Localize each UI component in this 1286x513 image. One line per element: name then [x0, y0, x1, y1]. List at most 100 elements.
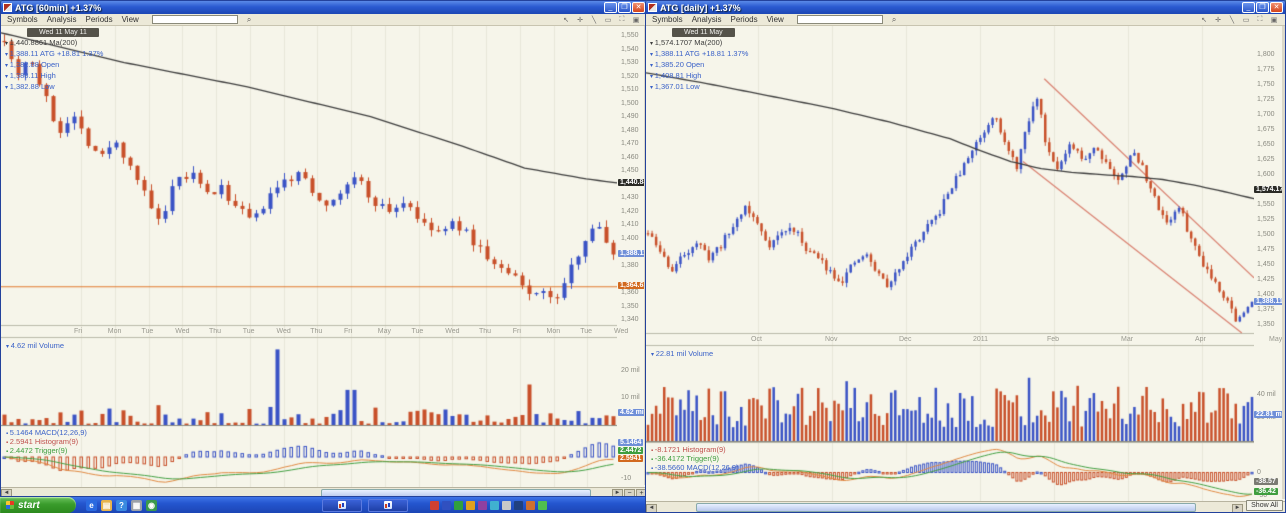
save-tool-icon[interactable]: ▣ — [631, 16, 641, 24]
tray-icon-7[interactable] — [502, 501, 511, 510]
price-axis-tick: 1,400 — [621, 235, 639, 242]
eraser-tool-icon[interactable]: ▭ — [603, 16, 613, 24]
price-axis-tick: 1,500 — [621, 100, 639, 107]
horizontal-scrollbar[interactable]: ◄ ► − + — [1, 487, 647, 497]
close-button[interactable]: ✕ — [1270, 2, 1283, 13]
macd-legend: 5.1464 MACD(12,26,9)2.5941 Histogram(9)2… — [6, 429, 87, 456]
menu-periods[interactable]: Periods — [85, 15, 112, 24]
snapshot-tool-icon[interactable]: ⛶ — [1255, 16, 1265, 24]
tray-icon-10[interactable] — [538, 501, 547, 510]
snapshot-tool-icon[interactable]: ⛶ — [617, 16, 627, 24]
menu-symbols[interactable]: Symbols — [652, 15, 683, 24]
horizontal-scrollbar[interactable]: ◄ ► — [646, 501, 1285, 513]
scroll-right-arrow[interactable]: ► — [1232, 504, 1243, 513]
price-chart-canvas[interactable] — [1, 26, 617, 487]
start-label: start — [18, 500, 40, 511]
quick-launch-bar: e ▤? ▦ ◉ — [86, 500, 157, 511]
price-axis-tick: 1,700 — [1257, 111, 1275, 118]
tray-icon-3[interactable] — [454, 501, 463, 510]
start-button[interactable]: start — [0, 497, 76, 513]
x-axis-label: Oct — [751, 336, 762, 343]
price-legend: 1,574.1707 Ma(200)1,388.11 ATG +18.81 1.… — [650, 38, 748, 93]
tray-icon-4[interactable] — [466, 501, 475, 510]
x-axis-label: Tue — [412, 328, 424, 335]
macd-legend: -8.1721 Histogram(9)-36.4172 Trigger(9)-… — [651, 446, 739, 473]
pointer-tool-icon[interactable]: ↖ — [1199, 16, 1209, 24]
price-axis-badge: 1,574.17 — [1254, 186, 1285, 193]
menu-analysis[interactable]: Analysis — [47, 15, 77, 24]
line-tool-icon[interactable]: ╲ — [1227, 16, 1237, 24]
menu-periods[interactable]: Periods — [730, 15, 757, 24]
minimize-button[interactable]: _ — [1242, 2, 1255, 13]
price-axis-tick: 1,625 — [1257, 156, 1275, 163]
scrollbar-thumb[interactable] — [321, 489, 591, 497]
legend-row: 1,382.88 Open — [5, 60, 103, 71]
price-axis-tick: 1,430 — [621, 194, 639, 201]
quick-launch-icon-3[interactable]: ? — [116, 500, 127, 511]
search-input[interactable] — [152, 15, 238, 24]
maximize-button[interactable]: ❐ — [1256, 2, 1269, 13]
price-axis-tick: 1,775 — [1257, 66, 1275, 73]
search-icon[interactable]: ⌕ — [247, 15, 251, 25]
tray-icon-6[interactable] — [490, 501, 499, 510]
price-axis-tick: 1,550 — [621, 32, 639, 39]
save-tool-icon[interactable]: ▣ — [1269, 16, 1279, 24]
price-axis-tick: 1,450 — [621, 167, 639, 174]
price-axis-tick: 1,350 — [621, 303, 639, 310]
maximize-button[interactable]: ❐ — [618, 2, 631, 13]
task-buttons — [322, 499, 408, 512]
volume-axis-tick: 10 mil — [621, 394, 640, 401]
minimize-button[interactable]: _ — [604, 2, 617, 13]
tray-icon-5[interactable] — [478, 501, 487, 510]
scroll-left-arrow[interactable]: ◄ — [1, 489, 12, 498]
menu-view[interactable]: View — [767, 15, 784, 24]
x-axis-label: Fri — [513, 328, 521, 335]
price-axis-tick: 1,520 — [621, 73, 639, 80]
search-input[interactable] — [797, 15, 883, 24]
taskbar-window-button-2[interactable] — [368, 499, 408, 512]
x-axis-label: Wed — [175, 328, 189, 335]
zoom-out-button[interactable]: − — [624, 489, 635, 498]
scroll-left-arrow[interactable]: ◄ — [646, 504, 657, 513]
menu-analysis[interactable]: Analysis — [692, 15, 722, 24]
tray-icon-2[interactable] — [442, 501, 451, 510]
scrollbar-thumb[interactable] — [696, 503, 1196, 512]
tray-icon-8[interactable] — [514, 501, 523, 510]
eraser-tool-icon[interactable]: ▭ — [1241, 16, 1251, 24]
vertical-scrollbar[interactable] — [1282, 26, 1285, 499]
pointer-tool-icon[interactable]: ↖ — [561, 16, 571, 24]
app-icon — [3, 3, 12, 12]
tray-icon-9[interactable] — [526, 501, 535, 510]
date-tooltip: Wed 11 May — [672, 28, 735, 37]
macd-axis-badge: -38.57 — [1254, 478, 1278, 485]
crosshair-tool-icon[interactable]: ✛ — [575, 16, 585, 24]
x-axis-label: Thu — [479, 328, 491, 335]
chart-window-daily: ATG [daily] +1.37% _ ❐ ✕ Symbols Analysi… — [645, 0, 1286, 513]
close-button[interactable]: ✕ — [632, 2, 645, 13]
tray-icon-1[interactable] — [430, 501, 439, 510]
price-axis-tick: 1,460 — [621, 154, 639, 161]
x-axis-label: Mon — [547, 328, 561, 335]
quick-launch-icon-5[interactable]: ◉ — [146, 500, 157, 511]
quick-launch-icon-1[interactable]: e — [86, 500, 97, 511]
titlebar[interactable]: ATG [60min] +1.37% _ ❐ ✕ — [1, 1, 647, 14]
titlebar[interactable]: ATG [daily] +1.37% _ ❐ ✕ — [646, 1, 1285, 14]
legend-row: 1,388.11 ATG +18.81 1.37% — [5, 49, 103, 60]
line-tool-icon[interactable]: ╲ — [589, 16, 599, 24]
price-axis-tick: 1,650 — [1257, 141, 1275, 148]
crosshair-tool-icon[interactable]: ✛ — [1213, 16, 1223, 24]
menu-symbols[interactable]: Symbols — [7, 15, 38, 24]
x-axis-label: Tue — [243, 328, 255, 335]
quick-launch-icon-2[interactable]: ▤ — [101, 500, 112, 511]
show-all-button[interactable]: Show All — [1246, 500, 1283, 511]
volume-label: 4.62 mil Volume — [6, 341, 64, 350]
price-chart-canvas[interactable] — [646, 26, 1254, 501]
price-axis-tick: 1,470 — [621, 140, 639, 147]
quick-launch-icon-4[interactable]: ▦ — [131, 500, 142, 511]
menu-view[interactable]: View — [122, 15, 139, 24]
x-axis-label: Feb — [1047, 336, 1059, 343]
scroll-right-arrow[interactable]: ► — [612, 489, 623, 498]
taskbar-window-button-1[interactable] — [322, 499, 362, 512]
x-axis-label: Thu — [209, 328, 221, 335]
search-icon[interactable]: ⌕ — [892, 15, 896, 25]
